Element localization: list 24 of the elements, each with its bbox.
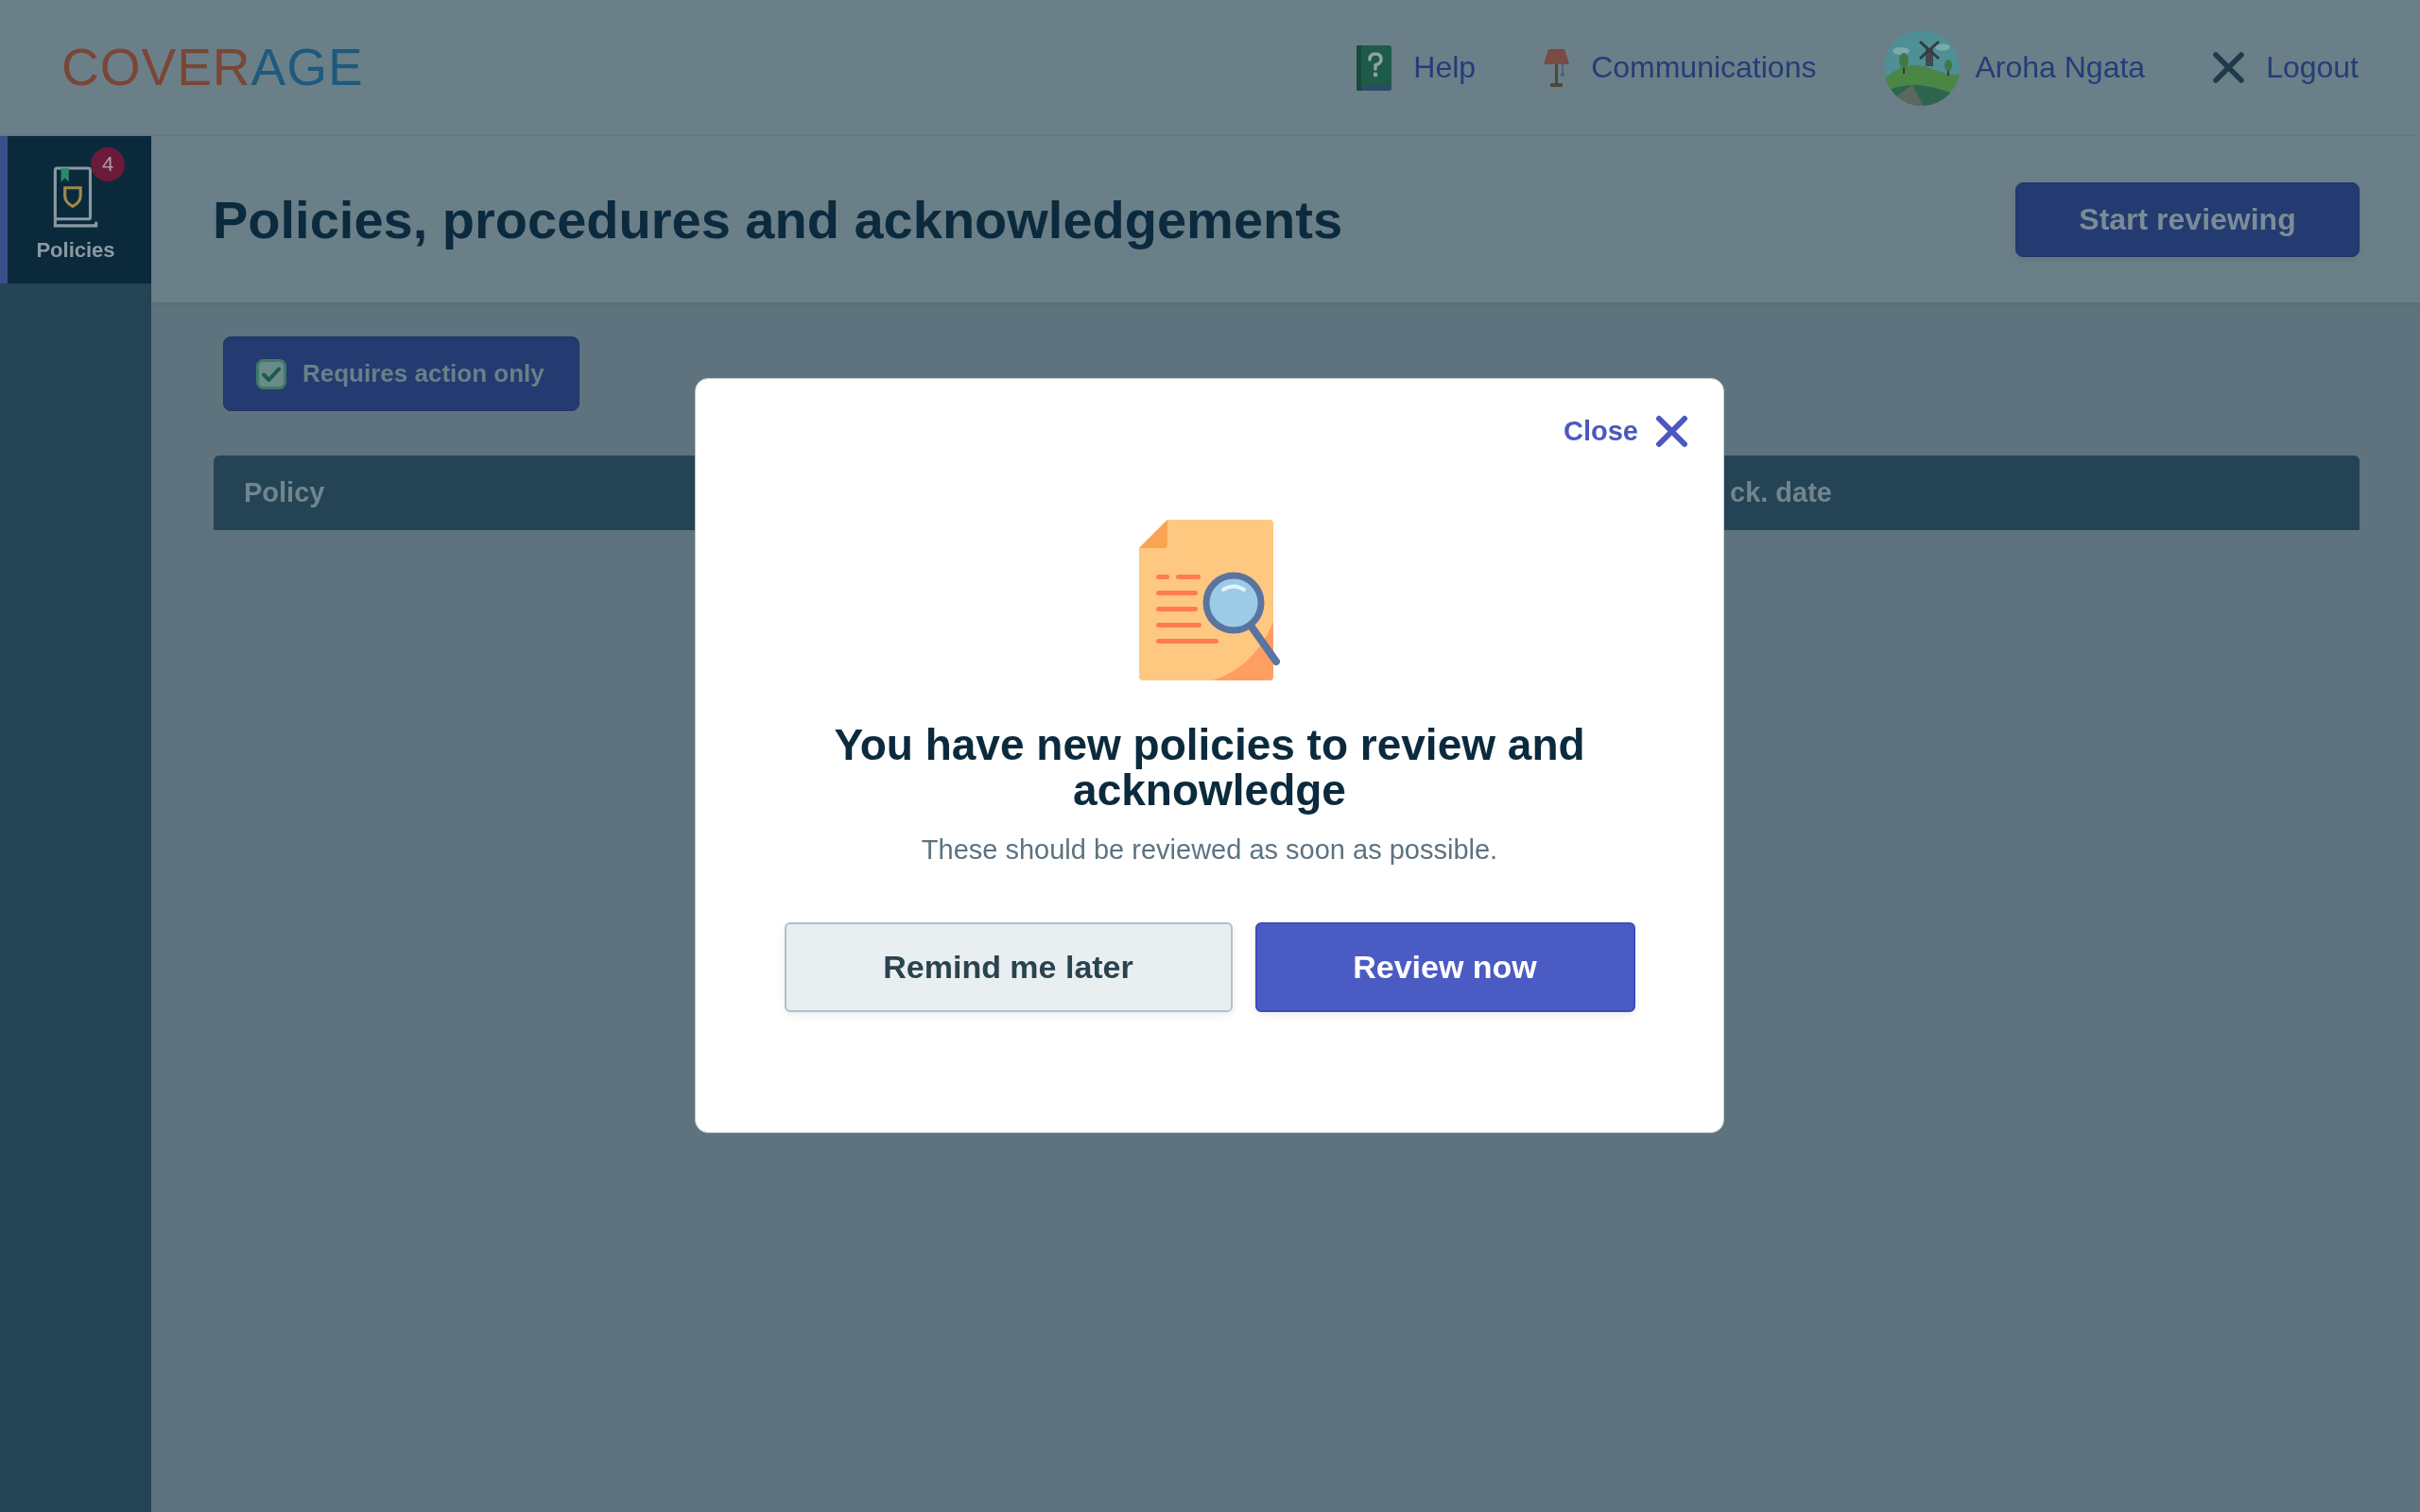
document-magnifier-icon: [1138, 520, 1281, 680]
start-reviewing-button[interactable]: Start reviewing: [2015, 181, 2360, 257]
help-book-icon: [1357, 44, 1392, 91]
dialog-heading: You have new policies to review and acknowledge: [833, 722, 1586, 813]
remind-later-button[interactable]: Remind me later: [784, 922, 1233, 1012]
notification-count: 4: [91, 147, 125, 181]
communications-link[interactable]: Communications: [1544, 48, 1817, 87]
logout-link[interactable]: Logout: [2213, 50, 2359, 85]
review-now-button[interactable]: Review now: [1254, 922, 1635, 1012]
logo-wordmark: COVERAGE: [61, 42, 364, 94]
filter-toggle[interactable]: Requires action only: [223, 336, 579, 411]
page-title: Policies, procedures and acknowledgements: [213, 188, 1343, 250]
x-icon: [2213, 52, 2245, 83]
close-icon: [1655, 415, 1688, 448]
column-header: Policy: [244, 477, 325, 508]
checkbox[interactable]: [256, 358, 286, 389]
help-link[interactable]: Help: [1357, 44, 1477, 91]
lamp-icon: [1544, 48, 1570, 87]
close-button[interactable]: Close: [1564, 415, 1688, 448]
book-shield-icon: [53, 166, 98, 229]
sidebar-item[interactable]: 4 Policies: [0, 136, 151, 284]
column-header: ck. date: [1730, 477, 1832, 508]
dialog-message: These should be reviewed as soon as possible.: [921, 833, 1498, 867]
profile-link[interactable]: Aroha Ngata: [1884, 29, 2146, 106]
